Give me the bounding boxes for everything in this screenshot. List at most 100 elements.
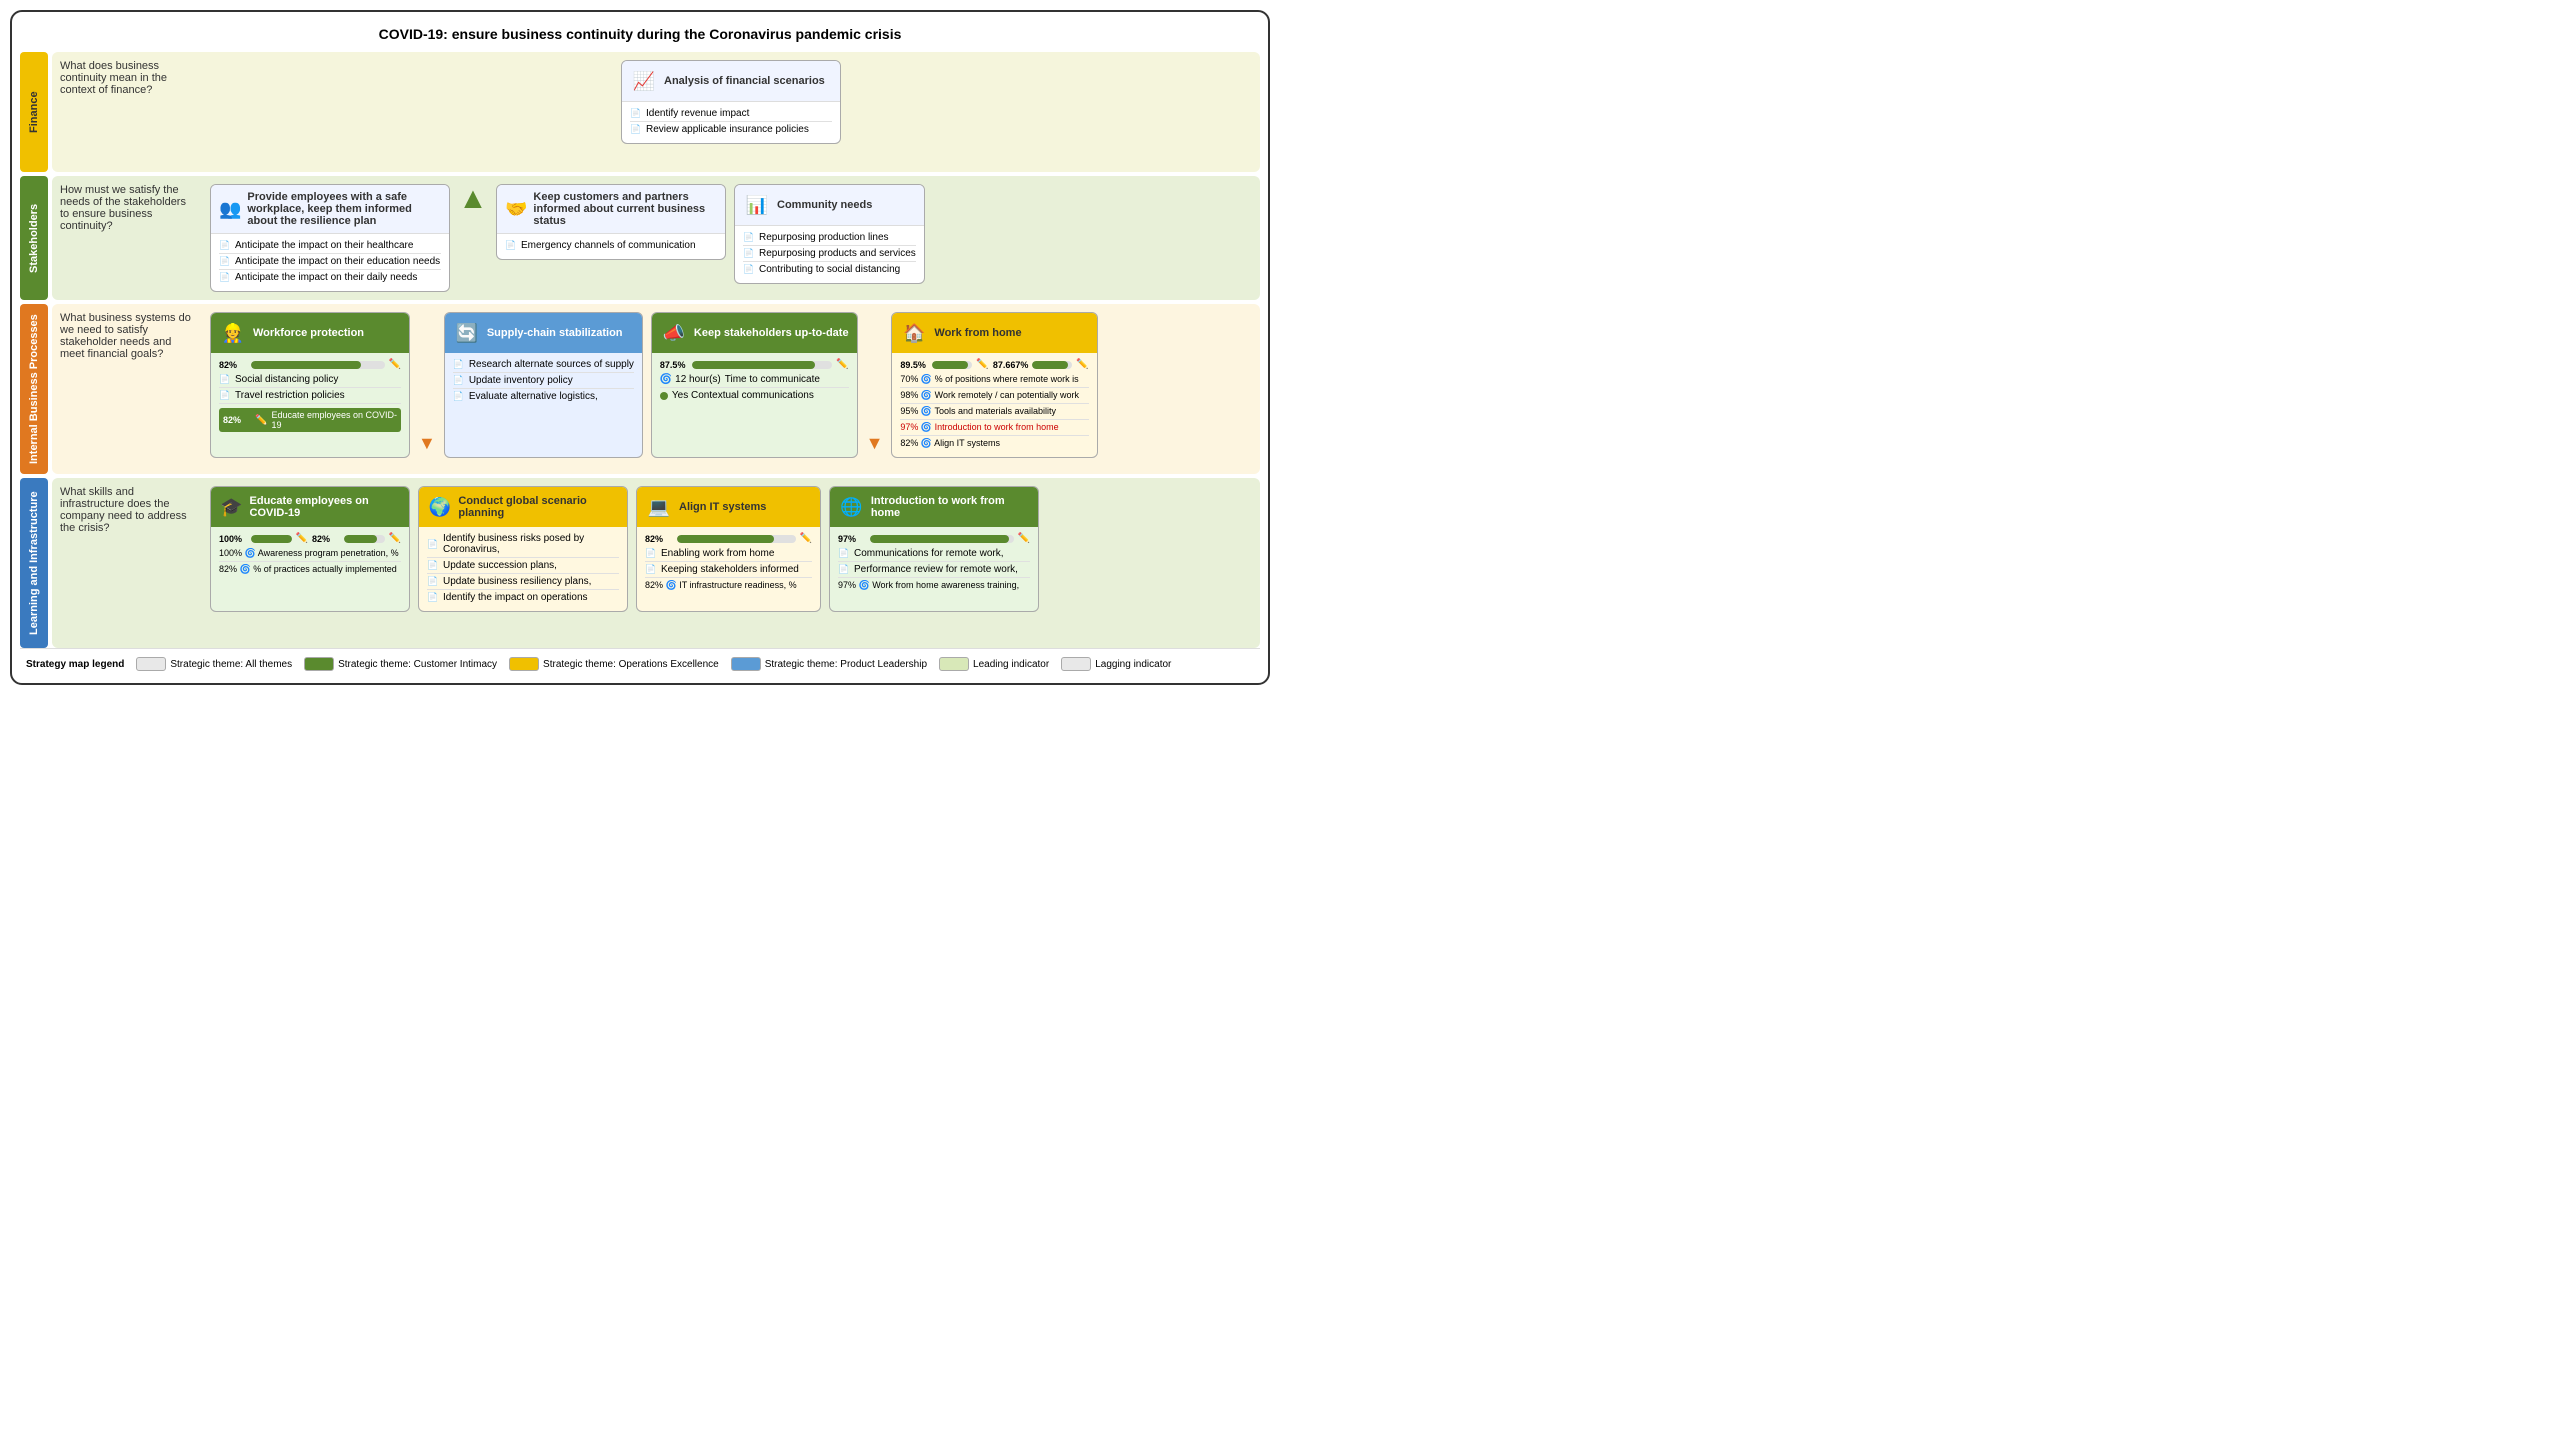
doc-icon: 📄	[630, 124, 642, 135]
card-item: 📄 Performance review for remote work,	[838, 562, 1030, 578]
chart-bar-icon: 📊	[743, 191, 771, 219]
internal-question: What business systems do we need to sati…	[60, 312, 200, 360]
wfh-card: 🏠 Work from home 89.5% ✏️	[891, 312, 1097, 458]
doc-icon: 📄	[453, 359, 465, 370]
doc-icon: 📄	[838, 548, 850, 559]
keep-stakeholders-card: 📣 Keep stakeholders up-to-date 87.5% ✏️	[651, 312, 858, 458]
doc-icon: 📄	[427, 576, 439, 587]
card-item: 82% 🌀 % of practices actually implemente…	[219, 562, 401, 577]
kpi-bar	[932, 361, 968, 369]
legend-product: Strategic theme: Product Leadership	[731, 657, 927, 671]
kpi-bar-container	[677, 535, 796, 543]
trend-icon: ✏️	[255, 415, 267, 426]
legend-customer: Strategic theme: Customer Intimacy	[304, 657, 497, 671]
card-item: 98% 🌀 Work remotely / can potentially wo…	[900, 388, 1088, 404]
card-item: 82% 🌀 Align IT systems	[900, 436, 1088, 451]
internal-label: Internal Business Processes	[20, 304, 48, 474]
card-item: 📄 Communications for remote work,	[838, 546, 1030, 562]
card-item: 📄 Anticipate the impact on their daily n…	[219, 270, 441, 285]
finance-cards: 📈 Analysis of financial scenarios 📄 Iden…	[210, 60, 1252, 144]
stakeholders-row: Stakeholders How must we satisfy the nee…	[20, 176, 1260, 300]
card-item: 📄 Update inventory policy	[453, 373, 634, 389]
kpi-bar-container	[692, 361, 832, 369]
learning-row: Learning and Infrastructure What skills …	[20, 478, 1260, 648]
doc-icon: 📄	[219, 272, 231, 283]
doc-icon: 📄	[505, 240, 517, 251]
kpi-bar-container	[870, 535, 1014, 543]
kpi-bar	[251, 361, 361, 369]
intro-wfh-header: 🌐 Introduction to work from home	[830, 487, 1038, 527]
chart-icon: 📈	[630, 67, 658, 95]
card-item: 95% 🌀 Tools and materials availability	[900, 404, 1088, 420]
finance-label: Finance	[20, 52, 48, 172]
community-needs-title: Community needs	[777, 199, 872, 211]
card-item: 📄 Research alternate sources of supply	[453, 357, 634, 373]
doc-icon: 📄	[219, 256, 231, 267]
card-item: 📄 Enabling work from home	[645, 546, 812, 562]
card-item: 📄 Identify revenue impact	[630, 106, 832, 122]
supply-chain-card: 🔄 Supply-chain stabilization 📄 Research …	[444, 312, 643, 458]
card-item: 📄 Emergency channels of communication	[505, 238, 717, 253]
content-area: Finance What does business continuity me…	[20, 52, 1260, 648]
keep-stakeholders-body: 87.5% ✏️ 🌀 12 hour(s) Time to communicat…	[652, 353, 857, 409]
doc-icon: 📄	[453, 391, 465, 402]
align-it-card: 💻 Align IT systems 82% ✏️	[636, 486, 821, 612]
educate-employees-body: 100% ✏️ 82%	[211, 527, 409, 583]
trend-icon: ✏️	[296, 533, 308, 544]
doc-icon: 📄	[219, 374, 231, 385]
legend-swatch-product	[731, 657, 761, 671]
customers-informed-body: 📄 Emergency channels of communication	[497, 234, 725, 259]
intro-wfh-card: 🌐 Introduction to work from home 97% ✏️	[829, 486, 1039, 612]
kpi-bar	[251, 535, 292, 543]
wfh-body: 89.5% ✏️ 87.667%	[892, 353, 1096, 457]
kpi-row: 87.5% ✏️	[660, 357, 849, 372]
kpi-bar-container	[344, 535, 385, 543]
card-item: 📄 Keeping stakeholders informed	[645, 562, 812, 578]
home-icon: 🏠	[900, 319, 928, 347]
card-item: 97% 🌀 Introduction to work from home	[900, 420, 1088, 436]
global-scenario-body: 📄 Identify business risks posed by Coron…	[419, 527, 627, 611]
finance-row: Finance What does business continuity me…	[20, 52, 1260, 172]
trend-icon: ✏️	[1018, 533, 1030, 544]
computer-icon: 💻	[645, 493, 673, 521]
employee-safe-body: 📄 Anticipate the impact on their healthc…	[211, 234, 449, 291]
main-container: COVID-19: ensure business continuity dur…	[10, 10, 1270, 685]
kpi-bar-container	[251, 535, 292, 543]
kpi-row: 89.5% ✏️	[900, 357, 988, 372]
customers-informed-header: 🤝 Keep customers and partners informed a…	[497, 185, 725, 234]
community-needs-header: 📊 Community needs	[735, 185, 924, 226]
card-item: 📄 Anticipate the impact on their healthc…	[219, 238, 441, 254]
legend-title: Strategy map legend	[26, 659, 124, 670]
doc-icon: 📄	[219, 240, 231, 251]
kpi-bar	[1032, 361, 1067, 369]
status-dot	[660, 392, 668, 400]
trend-icon: ✏️	[389, 359, 401, 370]
employees-icon: 👥	[219, 195, 241, 223]
finance-content: What does business continuity mean in th…	[52, 52, 1260, 172]
kpi-row: 87.667% ✏️	[993, 357, 1089, 372]
doc-icon: 📄	[453, 375, 465, 386]
educate-employees-header: 🎓 Educate employees on COVID-19	[211, 487, 409, 527]
global-scenario-card: 🌍 Conduct global scenario planning 📄 Ide…	[418, 486, 628, 612]
doc-icon: 📄	[743, 232, 755, 243]
employee-safe-card: 👥 Provide employees with a safe workplac…	[210, 184, 450, 292]
stakeholders-question: How must we satisfy the needs of the sta…	[60, 184, 200, 232]
finance-question: What does business continuity mean in th…	[60, 60, 200, 96]
wfh-kpi-row: 89.5% ✏️ 87.667%	[900, 357, 1088, 372]
card-item: 📄 Anticipate the impact on their educati…	[219, 254, 441, 270]
community-needs-card: 📊 Community needs 📄 Repurposing producti…	[734, 184, 925, 284]
supply-chain-body: 📄 Research alternate sources of supply 📄…	[445, 353, 642, 410]
stakeholders-content: How must we satisfy the needs of the sta…	[52, 176, 1260, 300]
doc-icon: 📄	[427, 592, 439, 603]
learning-label: Learning and Infrastructure	[20, 478, 48, 648]
cycle-icon: 🔄	[453, 319, 481, 347]
kpi-bar	[344, 535, 377, 543]
financial-scenarios-header: 📈 Analysis of financial scenarios	[622, 61, 840, 102]
supply-chain-header: 🔄 Supply-chain stabilization	[445, 313, 642, 353]
intro-wfh-body: 97% ✏️ 📄 Communications for remote work,	[830, 527, 1038, 599]
internal-content: What business systems do we need to sati…	[52, 304, 1260, 474]
legend-row: Strategy map legend Strategic theme: All…	[20, 648, 1260, 675]
doc-icon: 📄	[427, 539, 439, 550]
wfh-header: 🏠 Work from home	[892, 313, 1096, 353]
worker-icon: 👷	[219, 319, 247, 347]
